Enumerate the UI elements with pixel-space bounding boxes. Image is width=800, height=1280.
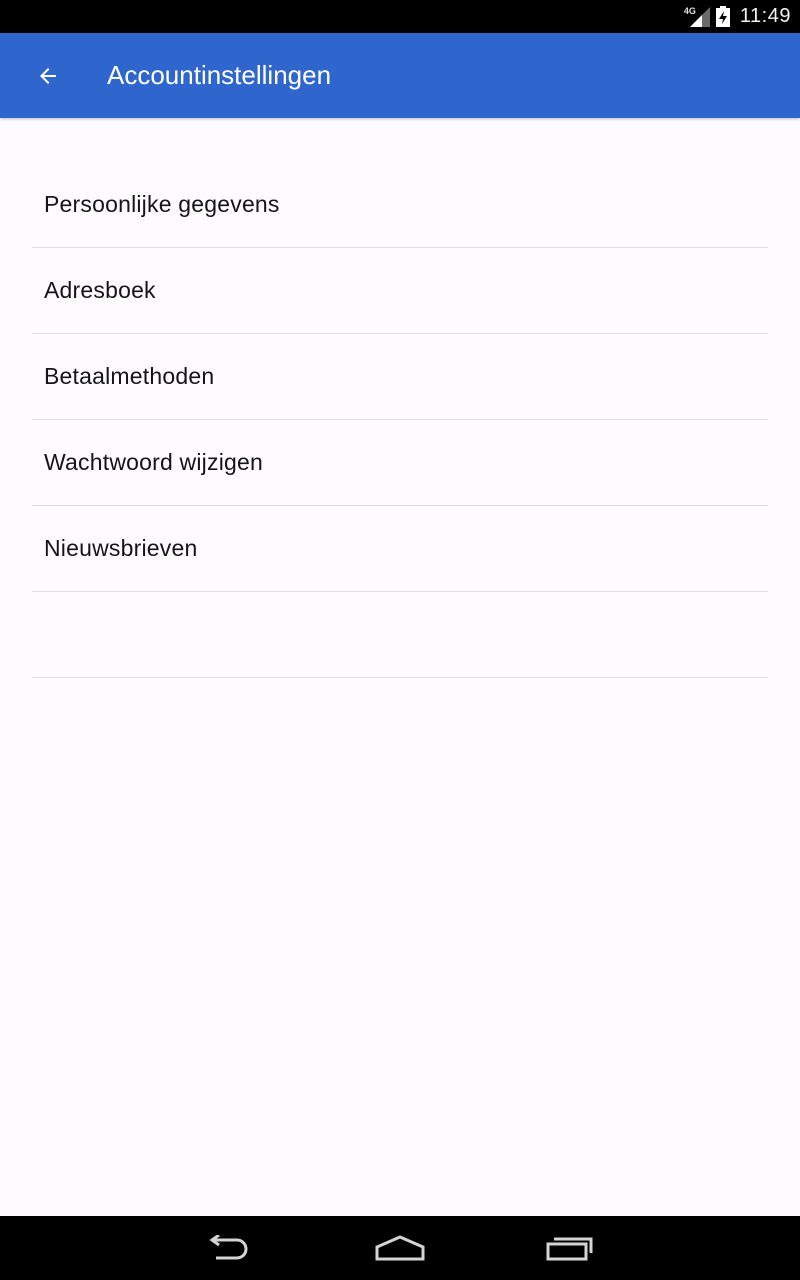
settings-item-label: Nieuwsbrieven (44, 535, 198, 561)
settings-item-label: Adresboek (44, 277, 156, 303)
status-clock: 11:49 (739, 5, 791, 27)
nav-back-button[interactable] (190, 1224, 270, 1272)
status-bar: 4G 11:49 (0, 0, 800, 33)
status-icons: 4G 11:49 (684, 0, 791, 33)
page-title: Accountinstellingen (107, 60, 332, 90)
network-type-label: 4G (683, 5, 696, 16)
app-bar: Accountinstellingen (0, 33, 800, 118)
settings-item-nieuwsbrieven[interactable]: Nieuwsbrieven (32, 506, 768, 592)
system-nav-bar (0, 1216, 800, 1280)
settings-item-label: Persoonlijke gegevens (44, 191, 280, 217)
settings-list: Persoonlijke gegevens Adresboek Betaalme… (32, 162, 768, 678)
settings-item-wachtwoord-wijzigen[interactable]: Wachtwoord wijzigen (32, 420, 768, 506)
recents-nav-icon (546, 1237, 593, 1261)
settings-item-betaalmethoden[interactable]: Betaalmethoden (32, 334, 768, 420)
settings-item-persoonlijke-gegevens[interactable]: Persoonlijke gegevens (32, 162, 768, 248)
back-button[interactable] (24, 53, 72, 99)
settings-item-label: Betaalmethoden (44, 363, 215, 389)
back-nav-icon (209, 1235, 248, 1260)
home-nav-icon (375, 1235, 425, 1261)
nav-recents-button[interactable] (530, 1224, 610, 1272)
settings-item-empty[interactable] (32, 592, 768, 678)
battery-icon (715, 6, 730, 27)
nav-home-button[interactable] (360, 1224, 440, 1272)
settings-item-adresboek[interactable]: Adresboek (32, 248, 768, 334)
arrow-back-icon (40, 68, 56, 84)
settings-item-label: Wachtwoord wijzigen (44, 449, 263, 475)
